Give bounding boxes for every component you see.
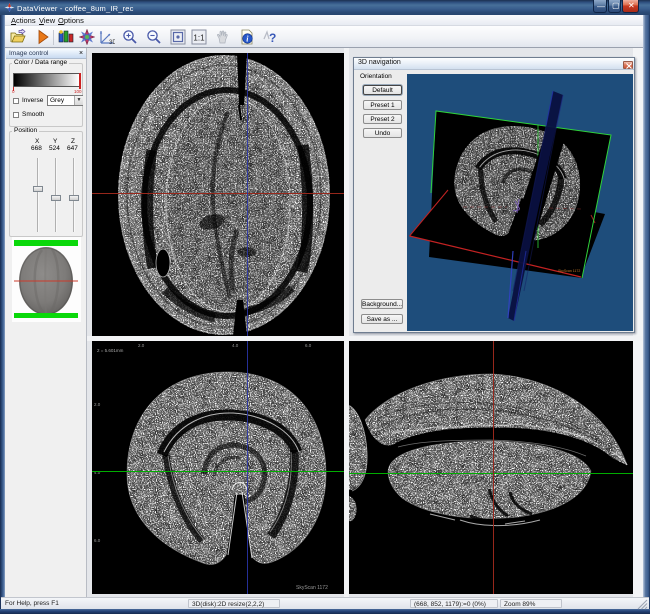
svg-text:6.0: 6.0 (305, 343, 312, 348)
svg-text:4.0: 4.0 (94, 470, 101, 475)
svg-text:3D: 3D (109, 40, 115, 45)
svg-text:1:1: 1:1 (193, 34, 205, 43)
svg-text:2.0: 2.0 (138, 343, 145, 348)
svg-text:2.0: 2.0 (94, 402, 101, 407)
svg-text:4.0: 4.0 (232, 343, 239, 348)
svg-text:2 = 5.601mm: 2 = 5.601mm (97, 348, 124, 353)
svg-text:SkyScan 1172: SkyScan 1172 (296, 585, 328, 591)
svg-text:6.0: 6.0 (94, 538, 101, 543)
svg-text:SkyScan 1172: SkyScan 1172 (558, 269, 580, 273)
svg-text:?: ? (269, 31, 276, 45)
